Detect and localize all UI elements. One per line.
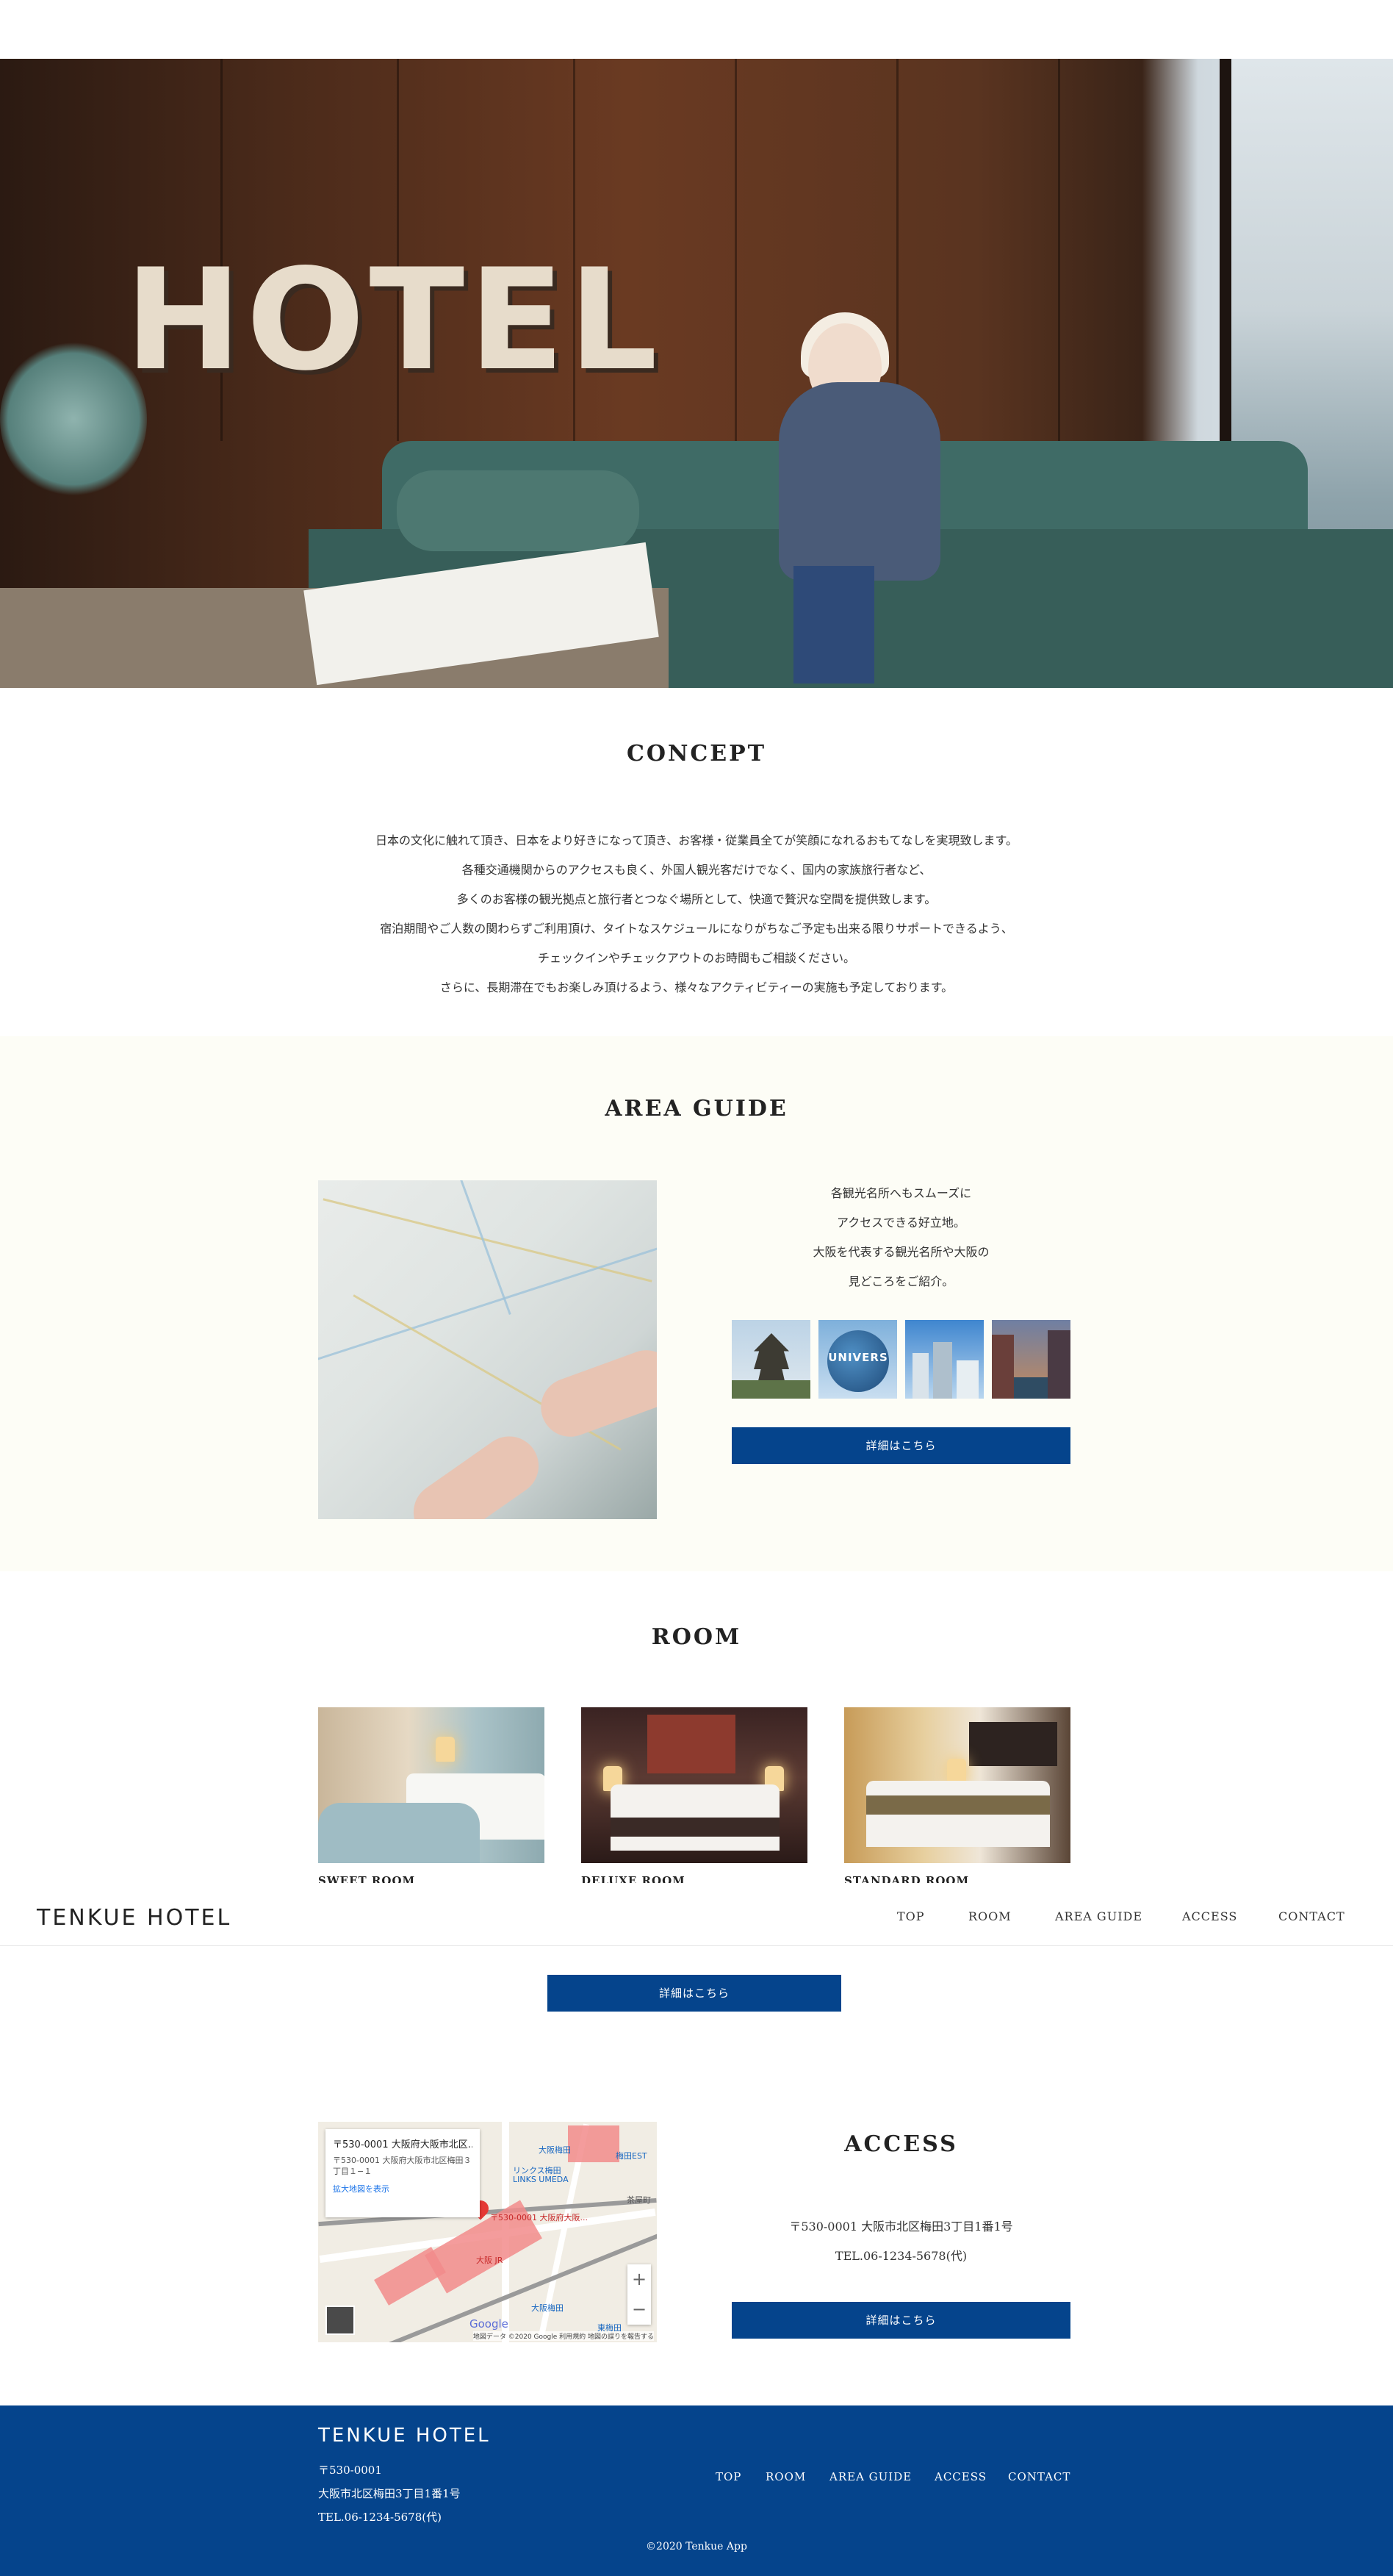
lamp — [436, 1737, 455, 1762]
map-label: 大阪 JR — [476, 2256, 503, 2265]
person-body — [779, 382, 940, 581]
trees — [732, 1380, 810, 1399]
area-line: 大阪を代表する観光名所や大阪の — [813, 1245, 990, 1259]
footer-logo[interactable]: TENKUE HOTEL — [318, 2425, 491, 2447]
map-info-window: 〒530-0001 大阪府大阪市北区... 〒530-0001 大阪府大阪市北区… — [325, 2129, 480, 2217]
footer-nav-area-guide[interactable]: AREA GUIDE — [829, 2470, 912, 2483]
access-text: 〒530-0001 大阪市北区梅田3丁目1番1号 TEL.06-1234-567… — [732, 2212, 1070, 2271]
room-title: ROOM — [651, 1624, 742, 1650]
standard-room-image[interactable] — [844, 1707, 1070, 1863]
building — [957, 1360, 979, 1399]
map-label: 大阪梅田 — [539, 2145, 571, 2155]
nav-top[interactable]: TOP — [897, 1909, 925, 1923]
building — [933, 1342, 952, 1399]
person-legs — [793, 566, 874, 684]
zoom-in-button[interactable]: + — [627, 2264, 651, 2295]
map-info-address: 〒530-0001 大阪府大阪市北区梅田３丁目１−１ — [333, 2156, 472, 2176]
sweet-room-name: SWEET ROOM — [318, 1874, 416, 1883]
standard-room-name: STANDARD ROOM — [844, 1874, 970, 1883]
lamp — [947, 1759, 966, 1784]
footer-postal: 〒530-0001 — [318, 2464, 382, 2477]
map-station-area — [568, 2125, 619, 2162]
concept-line: チェックインやチェックアウトのお時間もご相談ください。 — [537, 951, 855, 965]
site-footer: TENKUE HOTEL 〒530-0001 大阪市北区梅田3丁目1番1号 TE… — [0, 2405, 1393, 2576]
access-tel: TEL.06-1234-5678(代) — [835, 2249, 968, 2263]
nav-access[interactable]: ACCESS — [1182, 1909, 1237, 1923]
map-road — [323, 1198, 652, 1282]
bed-runner — [866, 1795, 1050, 1815]
concept-line: 多くのお客様の観光拠点と旅行者とつなぐ場所として、快適で贅沢な空間を提供致します… — [456, 892, 937, 906]
area-guide-text: 各観光名所へもスムーズに アクセスできる好立地。 大阪を代表する観光名所や大阪の… — [732, 1179, 1070, 1296]
map-label: 大阪梅田 — [531, 2303, 564, 2313]
thumb-usj[interactable]: UNIVERS — [818, 1320, 897, 1399]
map-label: 茶屋町 — [627, 2195, 651, 2205]
footer-nav-contact[interactable]: CONTACT — [1008, 2470, 1070, 2483]
concept-line: さらに、長期滞在でもお楽しみ頂けるよう、様々なアクティビティーの実施も予定してお… — [439, 980, 954, 994]
sofa — [318, 1803, 480, 1863]
wall-panel — [735, 59, 737, 441]
sweet-room-image[interactable] — [318, 1707, 544, 1863]
access-address: 〒530-0001 大阪市北区梅田3丁目1番1号 — [789, 2220, 1013, 2234]
cushion — [397, 470, 639, 551]
wall-art — [647, 1715, 735, 1773]
hand — [402, 1424, 550, 1519]
building — [913, 1353, 929, 1399]
bed-runner — [611, 1818, 780, 1837]
hand — [533, 1341, 657, 1446]
concept-title: CONCEPT — [626, 741, 767, 767]
map-attribution[interactable]: 地図データ ©2020 Google 利用規約 地図の誤りを報告する — [472, 2331, 654, 2341]
concept-line: 日本の文化に触れて頂き、日本をより好きになって頂き、お客様・従業員全てが笑顔にな… — [375, 833, 1018, 847]
map-zoom-control: + − — [627, 2264, 651, 2325]
street-view-icon[interactable] — [325, 2306, 355, 2335]
map-photo — [318, 1180, 657, 1519]
map-station-area — [374, 2247, 446, 2306]
footer-nav-top[interactable]: TOP — [716, 2470, 741, 2483]
thumb-osaka-castle[interactable] — [732, 1320, 810, 1399]
site-header: TENKUE HOTEL TOP ROOM AREA GUIDE ACCESS … — [0, 1889, 1393, 1946]
wall-panel — [1058, 59, 1060, 441]
concept-line: 各種交通機関からのアクセスも良く、外国人観光客だけでなく、国内の家族旅行者など、 — [461, 863, 932, 877]
deluxe-room-name: DELUXE ROOM — [581, 1874, 685, 1883]
room-detail-button[interactable]: 詳細はこちら — [547, 1975, 841, 2012]
area-line: 見どころをご紹介。 — [848, 1274, 954, 1288]
map-label: 梅田EST — [616, 2151, 647, 2161]
area-guide-title: AREA GUIDE — [605, 1096, 788, 1122]
building — [992, 1335, 1014, 1399]
hero-image: HOTEL — [0, 59, 1393, 688]
headboard — [969, 1722, 1057, 1766]
site-logo[interactable]: TENKUE HOTEL — [37, 1905, 231, 1931]
map-info-title: 〒530-0001 大阪府大阪市北区... — [333, 2139, 472, 2150]
access-detail-button[interactable]: 詳細はこちら — [732, 2302, 1070, 2339]
google-map[interactable]: 大阪梅田 梅田EST リンクス梅田 LINKS UMEDA 大阪 JR 大阪梅田… — [318, 2122, 657, 2342]
map-road — [433, 1180, 511, 1315]
copyright: ©2020 Tenkue App — [646, 2541, 747, 2552]
footer-tel: TEL.06-1234-5678(代) — [318, 2511, 442, 2524]
area-line: 各観光名所へもスムーズに — [830, 1186, 972, 1200]
thumb-city[interactable] — [905, 1320, 984, 1399]
footer-street: 大阪市北区梅田3丁目1番1号 — [318, 2487, 461, 2500]
area-guide-detail-button[interactable]: 詳細はこちら — [732, 1427, 1070, 1464]
canal — [1014, 1377, 1048, 1399]
nav-area-guide[interactable]: AREA GUIDE — [1055, 1909, 1142, 1923]
footer-address: 〒530-0001 大阪市北区梅田3丁目1番1号 TEL.06-1234-567… — [318, 2458, 461, 2529]
area-line: アクセスできる好立地。 — [837, 1216, 965, 1230]
footer-nav-access[interactable]: ACCESS — [935, 2470, 987, 2483]
nav-contact[interactable]: CONTACT — [1278, 1909, 1345, 1923]
concept-text: 日本の文化に触れて頂き、日本をより好きになって頂き、お客様・従業員全てが笑顔にな… — [0, 826, 1393, 1002]
map-enlarge-link[interactable]: 拡大地図を表示 — [333, 2183, 472, 2195]
globe-text: UNIVERS — [828, 1351, 888, 1364]
hotel-sign: HOTEL — [125, 239, 662, 401]
map-label: LINKS UMEDA — [513, 2175, 569, 2184]
map-pin-label: 〒530-0001 大阪府大阪... — [490, 2213, 588, 2222]
footer-nav-room[interactable]: ROOM — [766, 2470, 806, 2483]
map-road — [318, 1246, 657, 1367]
zoom-out-button[interactable]: − — [627, 2295, 651, 2325]
nav-room[interactable]: ROOM — [968, 1909, 1012, 1923]
access-title: ACCESS — [844, 2131, 958, 2157]
thumb-dotonbori[interactable] — [992, 1320, 1070, 1399]
deluxe-room-image[interactable] — [581, 1707, 807, 1863]
concept-line: 宿泊期間やご人数の関わらずご利用頂け、タイトなスケジュールになりがちなご予定も出… — [380, 922, 1013, 936]
google-logo: Google — [469, 2317, 508, 2331]
building — [1048, 1330, 1070, 1399]
